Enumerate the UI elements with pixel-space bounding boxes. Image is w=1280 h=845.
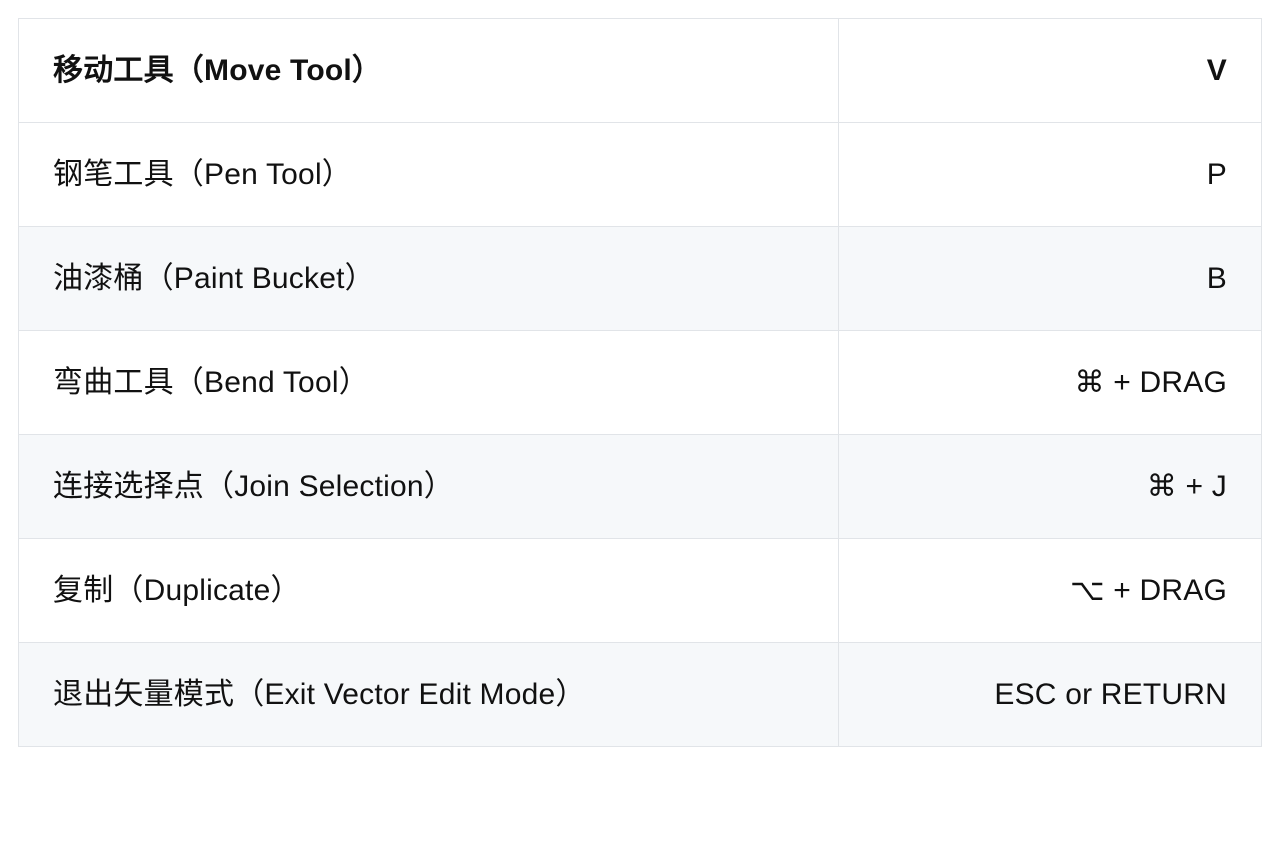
table-row: 钢笔工具（Pen Tool） P — [19, 123, 1262, 227]
row-label: 钢笔工具（Pen Tool） — [19, 123, 839, 227]
header-key: V — [839, 19, 1262, 123]
row-key: B — [839, 227, 1262, 331]
row-label: 退出矢量模式（Exit Vector Edit Mode） — [19, 643, 839, 747]
row-key: ⌘ + DRAG — [839, 331, 1262, 435]
row-key: ⌘ + J — [839, 435, 1262, 539]
table-row: 油漆桶（Paint Bucket） B — [19, 227, 1262, 331]
row-key: ESC or RETURN — [839, 643, 1262, 747]
table-row: 复制（Duplicate） ⌥ + DRAG — [19, 539, 1262, 643]
header-label: 移动工具（Move Tool） — [19, 19, 839, 123]
row-label: 连接选择点（Join Selection） — [19, 435, 839, 539]
table-row: 弯曲工具（Bend Tool） ⌘ + DRAG — [19, 331, 1262, 435]
table-row: 连接选择点（Join Selection） ⌘ + J — [19, 435, 1262, 539]
row-key: ⌥ + DRAG — [839, 539, 1262, 643]
row-label: 弯曲工具（Bend Tool） — [19, 331, 839, 435]
row-label: 复制（Duplicate） — [19, 539, 839, 643]
table-header-row: 移动工具（Move Tool） V — [19, 19, 1262, 123]
table-row: 退出矢量模式（Exit Vector Edit Mode） ESC or RET… — [19, 643, 1262, 747]
row-label: 油漆桶（Paint Bucket） — [19, 227, 839, 331]
shortcut-table: 移动工具（Move Tool） V 钢笔工具（Pen Tool） P 油漆桶（P… — [18, 18, 1262, 747]
row-key: P — [839, 123, 1262, 227]
